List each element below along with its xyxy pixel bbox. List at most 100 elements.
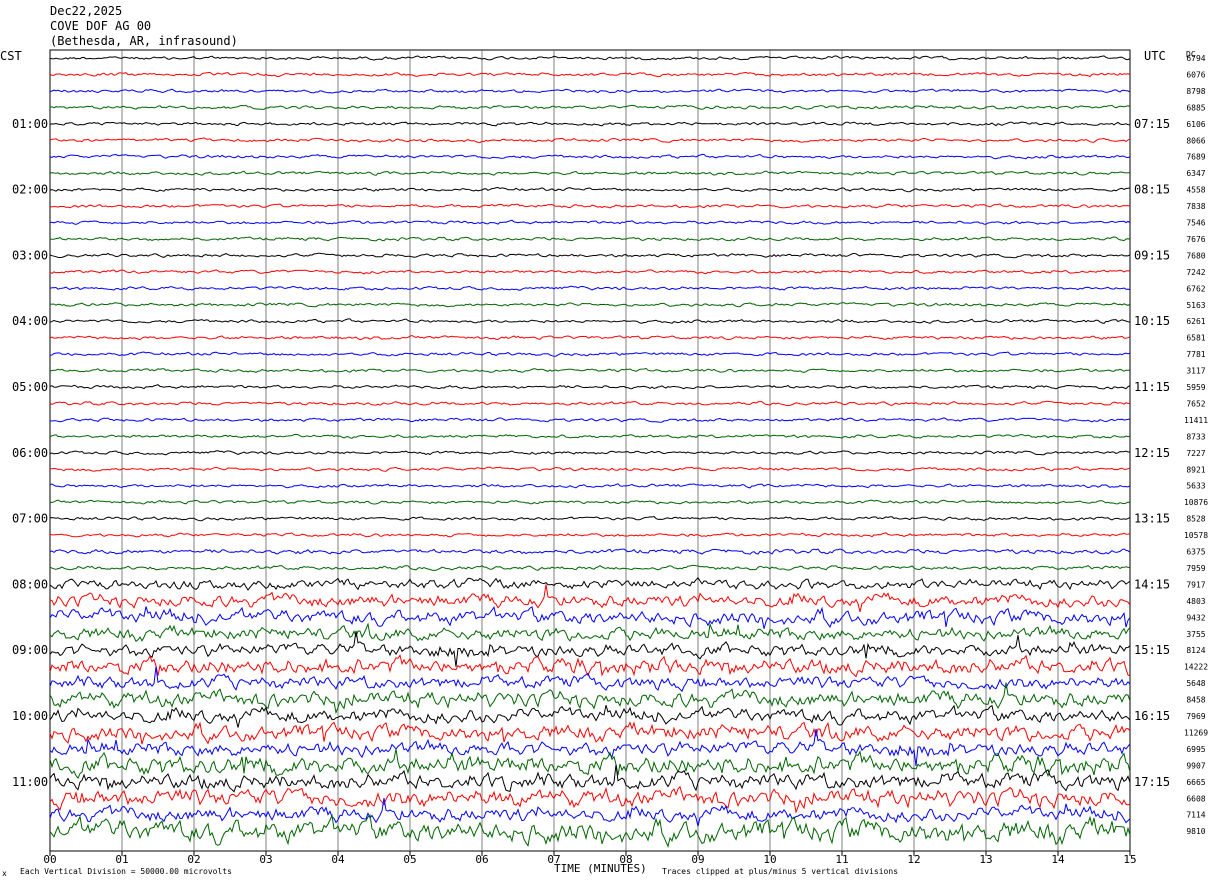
dc-offset-label: 5633: [1186, 482, 1205, 491]
x-tick-label: 15: [1123, 853, 1136, 866]
trace-line: [49, 384, 1131, 390]
dc-offset-label: 6581: [1186, 334, 1205, 343]
trace-line: [49, 302, 1131, 308]
dc-offset-label: 8458: [1186, 696, 1205, 705]
corner-mark: x: [2, 869, 7, 878]
dc-offset-label: 6076: [1186, 70, 1205, 79]
left-hour-label: 11:00: [12, 775, 48, 789]
x-tick-label: 12: [907, 853, 920, 866]
x-tick-label: 11: [835, 853, 848, 866]
trace-line: [49, 153, 1131, 160]
trace-line: [49, 721, 1131, 745]
dc-offset-label: 9810: [1186, 827, 1205, 836]
clip-note: Traces clipped at plus/minus 5 vertical …: [662, 867, 899, 876]
dc-offset-label: 4803: [1186, 597, 1205, 606]
right-hour-label: 15:15: [1134, 643, 1170, 657]
left-hour-label: 08:00: [12, 577, 48, 591]
trace-line: [49, 548, 1131, 555]
trace-line: [49, 269, 1131, 275]
trace-line: [49, 285, 1131, 291]
dc-offset-label: 7680: [1186, 251, 1205, 260]
x-tick-label: 06: [475, 853, 488, 866]
dc-offset-label: 7781: [1186, 350, 1205, 359]
trace-line: [49, 785, 1131, 814]
trace-line: [49, 203, 1131, 209]
dc-offset-label: 7969: [1186, 712, 1205, 721]
dc-offset-label: 8733: [1186, 432, 1205, 441]
left-hour-label: 06:00: [12, 446, 48, 460]
x-tick-label: 02: [187, 853, 200, 866]
dc-offset-label: 8124: [1186, 646, 1205, 655]
dc-offset-label: 8066: [1186, 136, 1205, 145]
dc-offset-label: 6995: [1186, 745, 1205, 754]
left-hour-label: 07:00: [12, 512, 48, 526]
dc-offset-label: 6885: [1186, 103, 1205, 112]
dc-offset-label: 11411: [1184, 416, 1208, 425]
trace-line: [49, 499, 1131, 505]
dc-offset-label: 5959: [1186, 383, 1205, 392]
scale-note: Each Vertical Division = 50000.00 microv…: [20, 867, 232, 876]
x-tick-label: 09: [691, 853, 704, 866]
dc-offset-label: 7546: [1186, 219, 1205, 228]
dc-offset-label: 7917: [1186, 580, 1205, 589]
trace-line: [49, 622, 1131, 643]
dc-offset-label: 7838: [1186, 202, 1205, 211]
dc-offset-label: 4558: [1186, 186, 1205, 195]
trace-line: [49, 104, 1131, 110]
dc-offset-label: 7114: [1186, 811, 1205, 820]
trace-line: [49, 515, 1131, 522]
dc-offset-label: 11269: [1184, 728, 1208, 737]
trace-line: [49, 704, 1131, 728]
trace-line: [49, 605, 1131, 629]
dc-offset-label: 6762: [1186, 284, 1205, 293]
trace-line: [49, 367, 1131, 373]
dc-offset-label: 9907: [1186, 761, 1205, 770]
x-axis-label: TIME (MINUTES): [554, 862, 647, 875]
x-tick-label: 01: [115, 853, 128, 866]
left-hour-label: 03:00: [12, 248, 48, 262]
right-hour-label: 12:15: [1134, 446, 1170, 460]
trace-line: [49, 450, 1130, 456]
x-tick-label: 03: [259, 853, 272, 866]
trace-line: [49, 318, 1131, 324]
trace-line: [49, 170, 1131, 176]
dc-offset-label: 10876: [1184, 498, 1208, 507]
dc-offset-label: 5163: [1186, 301, 1205, 310]
dc-offset-label: 7242: [1186, 268, 1205, 277]
right-hour-label: 13:15: [1134, 512, 1170, 526]
trace-line: [49, 584, 1131, 613]
trace-line: [49, 334, 1131, 341]
x-tick-label: 10: [763, 853, 776, 866]
dc-offset-label: 6375: [1186, 548, 1205, 557]
dc-offset-label: 7959: [1186, 564, 1205, 573]
dc-offset-label: 6794: [1186, 54, 1205, 63]
trace-line: [49, 417, 1131, 423]
trace-line: [49, 764, 1131, 793]
right-hour-label: 09:15: [1134, 248, 1170, 262]
trace-line: [49, 252, 1131, 259]
left-hour-label: 09:00: [12, 643, 48, 657]
right-hour-label: 11:15: [1134, 380, 1170, 394]
trace-line: [49, 121, 1131, 127]
dc-offset-label: 3755: [1186, 630, 1205, 639]
dc-offset-label: 6665: [1186, 778, 1205, 787]
dc-offset-label: 14222: [1184, 663, 1208, 672]
trace-line: [49, 433, 1131, 439]
dc-offset-label: 7676: [1186, 235, 1205, 244]
x-tick-label: 05: [403, 853, 416, 866]
trace-line: [49, 798, 1131, 827]
right-hour-label: 14:15: [1134, 577, 1170, 591]
trace-line: [49, 577, 1131, 591]
x-tick-label: 04: [331, 853, 345, 866]
x-tick-label: 13: [979, 853, 992, 866]
left-hour-label: 04:00: [12, 314, 48, 328]
left-hour-label: 01:00: [12, 117, 48, 131]
trace-line: [49, 186, 1131, 193]
trace-line: [49, 219, 1131, 225]
trace-line: [49, 654, 1131, 678]
dc-offset-label: 8528: [1186, 515, 1205, 524]
dc-offset-label: 3117: [1186, 367, 1205, 376]
left-hour-label: 05:00: [12, 380, 48, 394]
trace-line: [49, 483, 1131, 489]
trace-line: [49, 532, 1131, 538]
